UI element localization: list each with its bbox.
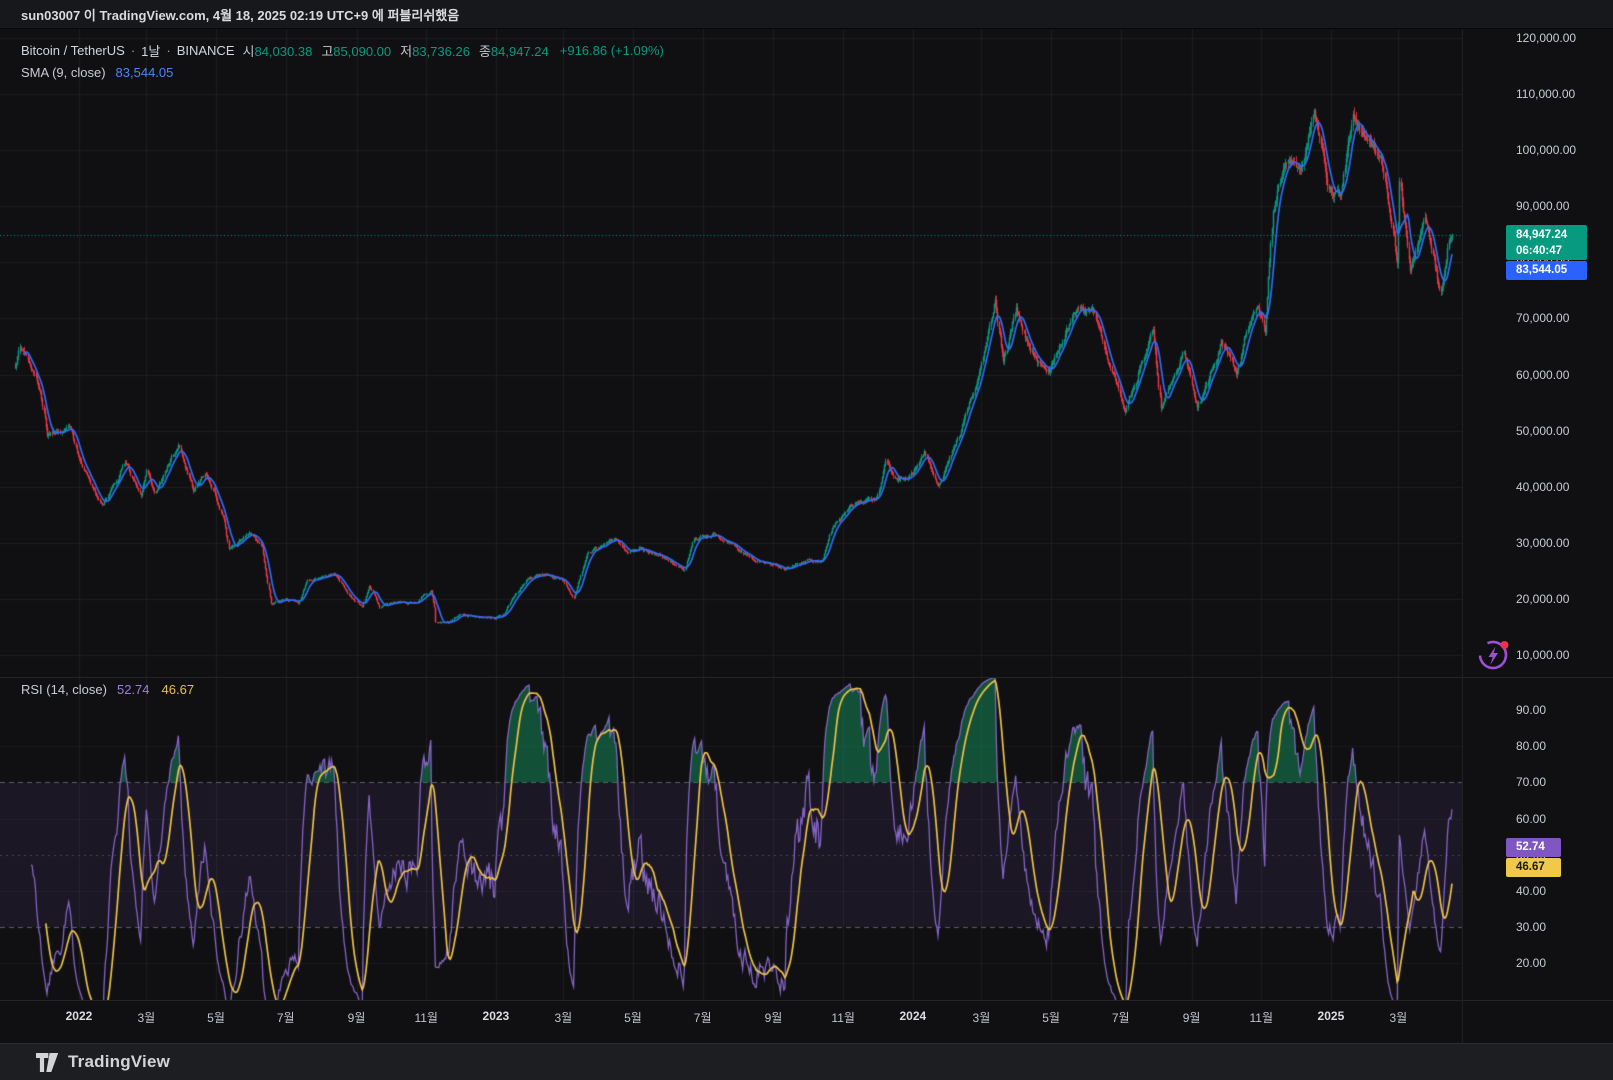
open-label: 시 xyxy=(243,44,255,59)
rsi-ma-value: 46.67 xyxy=(162,682,195,697)
time-tick-label: 11월 xyxy=(831,1009,855,1026)
sma-label: SMA (9, close) xyxy=(21,65,106,80)
time-axis-separator xyxy=(0,1000,1613,1001)
price-tick-label: 100,000.00 xyxy=(1516,143,1576,157)
price-tick-label: 90,000.00 xyxy=(1516,199,1569,213)
high-value: 85,090.00 xyxy=(333,44,391,59)
time-tick-label: 9월 xyxy=(1183,1009,1201,1026)
time-tick-label: 7월 xyxy=(1112,1009,1130,1026)
time-tick-label: 2023 xyxy=(483,1009,510,1023)
publish-info-bar: sun03007 이 TradingView.com, 4월 18, 2025 … xyxy=(0,0,1613,29)
symbol-title: Bitcoin / TetherUS xyxy=(21,43,125,58)
price-axis-border xyxy=(1462,29,1463,1043)
publish-info: sun03007 이 TradingView.com, 4월 18, 2025 … xyxy=(21,5,459,24)
price-tick-label: 60,000.00 xyxy=(1516,368,1569,382)
pane-separator[interactable] xyxy=(0,677,1613,678)
close-label: 종 xyxy=(479,44,491,59)
bar-countdown: 06:40:47 xyxy=(1516,243,1587,259)
time-tick-label: 5월 xyxy=(624,1009,642,1026)
time-tick-label: 5월 xyxy=(207,1009,225,1026)
time-tick-label: 3월 xyxy=(1389,1009,1407,1026)
price-tick-label: 30,000.00 xyxy=(1516,536,1569,550)
rsi-tick-label: 30.00 xyxy=(1516,920,1546,934)
legend-separator: · xyxy=(160,43,176,58)
time-tick-label: 11월 xyxy=(1249,1009,1273,1026)
rsi-tick-label: 80.00 xyxy=(1516,739,1546,753)
rsi-label: RSI (14, close) xyxy=(21,682,107,697)
rsi-tick-label: 20.00 xyxy=(1516,956,1546,970)
rsi-tick-label: 90.00 xyxy=(1516,703,1546,717)
tradingview-brand-text[interactable]: TradingView xyxy=(68,1052,170,1072)
last-price-value: 84,947.24 xyxy=(1516,227,1587,243)
change-value: +916.86 (+1.09%) xyxy=(560,43,664,58)
rsi-ma-value-badge: 46.67 xyxy=(1506,858,1561,877)
open-value: 84,030.38 xyxy=(254,44,312,59)
close-value: 84,947.24 xyxy=(491,44,549,59)
rsi-value-badge: 52.74 xyxy=(1506,838,1561,857)
time-tick-label: 3월 xyxy=(973,1009,991,1026)
time-tick-label: 9월 xyxy=(765,1009,783,1026)
price-tick-label: 120,000.00 xyxy=(1516,31,1576,45)
rsi-tick-label: 70.00 xyxy=(1516,775,1546,789)
price-tick-label: 10,000.00 xyxy=(1516,648,1569,662)
time-tick-label: 2024 xyxy=(899,1009,926,1023)
rsi-legend: RSI (14, close) 52.74 46.67 xyxy=(21,679,194,699)
rsi-value: 52.74 xyxy=(117,682,150,697)
legend-separator: · xyxy=(125,43,141,58)
footer-bar: TradingView xyxy=(0,1043,1613,1080)
tradingview-logo-icon[interactable] xyxy=(36,1053,59,1072)
rsi-tick-label: 60.00 xyxy=(1516,812,1546,826)
interval-label: 1날 xyxy=(141,41,160,60)
boost-lightning-icon[interactable] xyxy=(1476,636,1512,672)
symbol-legend: Bitcoin / TetherUS · 1날 · BINANCE 시84,03… xyxy=(21,40,664,82)
sma-legend-row: SMA (9, close) 83,544.05 xyxy=(21,62,664,82)
time-tick-label: 7월 xyxy=(277,1009,295,1026)
time-tick-label: 2022 xyxy=(66,1009,93,1023)
sma-value: 83,544.05 xyxy=(116,65,174,80)
time-tick-label: 3월 xyxy=(554,1009,572,1026)
time-tick-label: 5월 xyxy=(1042,1009,1060,1026)
ohlc-open: 시84,030.38 xyxy=(243,41,313,60)
symbol-legend-row: Bitcoin / TetherUS · 1날 · BINANCE 시84,03… xyxy=(21,40,664,60)
tradingview-published-chart: sun03007 이 TradingView.com, 4월 18, 2025 … xyxy=(0,0,1613,1080)
time-tick-label: 7월 xyxy=(694,1009,712,1026)
high-label: 고 xyxy=(321,44,333,59)
sma-price-badge: 83,544.05 xyxy=(1506,261,1587,280)
price-tick-label: 110,000.00 xyxy=(1516,87,1575,101)
ohlc-close: 종84,947.24 xyxy=(479,41,549,60)
time-tick-label: 3월 xyxy=(138,1009,156,1026)
low-label: 저 xyxy=(400,44,412,59)
ohlc-low: 저83,736.26 xyxy=(400,41,470,60)
time-tick-label: 9월 xyxy=(348,1009,366,1026)
low-value: 83,736.26 xyxy=(412,44,470,59)
time-tick-label: 2025 xyxy=(1318,1009,1345,1023)
time-tick-label: 11월 xyxy=(414,1009,438,1026)
price-tick-label: 40,000.00 xyxy=(1516,480,1569,494)
rsi-tick-label: 40.00 xyxy=(1516,884,1546,898)
exchange-label: BINANCE xyxy=(177,43,235,58)
price-tick-label: 20,000.00 xyxy=(1516,592,1569,606)
price-tick-label: 70,000.00 xyxy=(1516,311,1569,325)
ohlc-high: 고85,090.00 xyxy=(321,41,391,60)
price-tick-label: 50,000.00 xyxy=(1516,424,1569,438)
last-price-badge: 84,947.24 06:40:47 xyxy=(1506,225,1587,260)
chart-canvas[interactable] xyxy=(0,0,1613,1080)
